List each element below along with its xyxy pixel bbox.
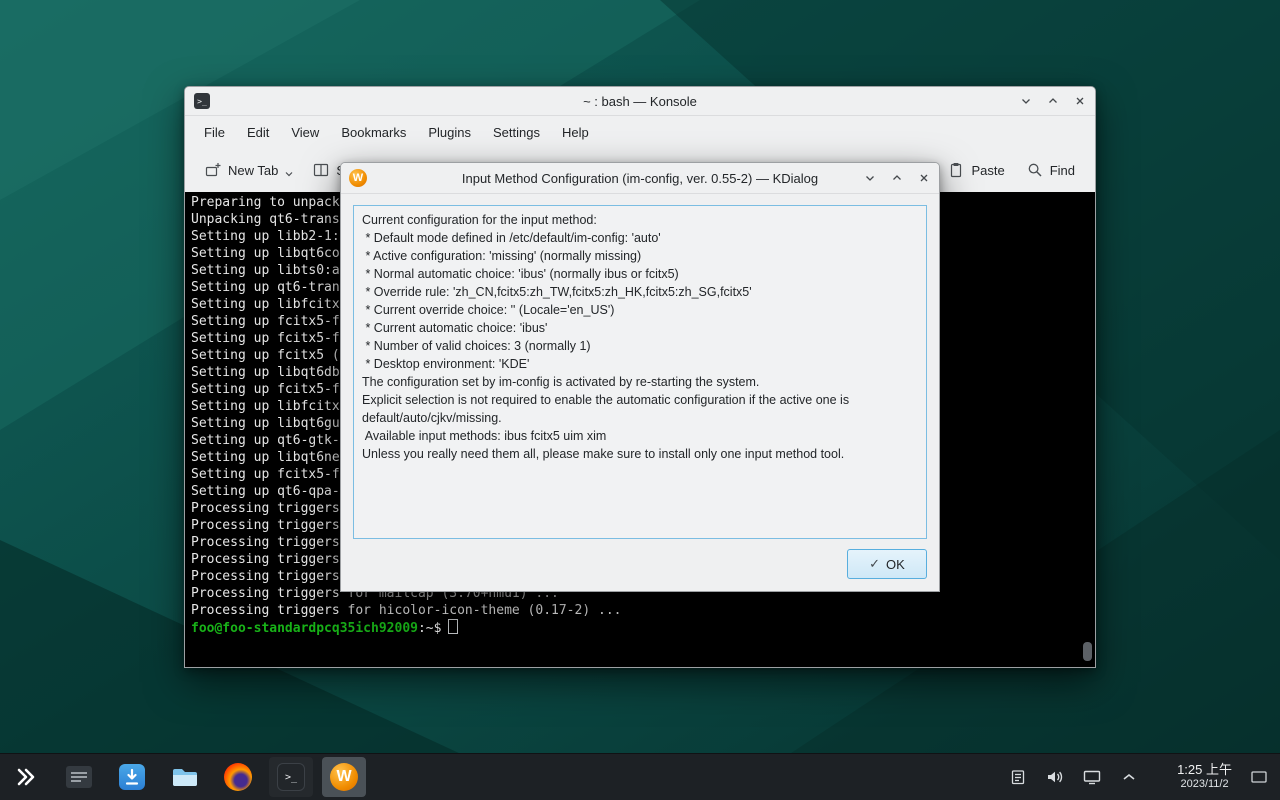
new-tab-icon bbox=[205, 162, 221, 178]
display-icon bbox=[1083, 769, 1101, 785]
dialog-text-line: * Default mode defined in /etc/default/i… bbox=[362, 229, 918, 247]
paste-label: Paste bbox=[971, 163, 1004, 178]
im-config-icon: W bbox=[349, 169, 367, 187]
kdialog-window-title: Input Method Configuration (im-config, v… bbox=[401, 171, 879, 186]
terminal-cursor bbox=[448, 619, 458, 634]
split-view-icon bbox=[313, 162, 329, 178]
konsole-window-title: ~ : bash — Konsole bbox=[245, 94, 1035, 109]
menu-bookmarks[interactable]: Bookmarks bbox=[330, 119, 417, 146]
display-tray-button[interactable] bbox=[1081, 762, 1103, 792]
ok-label: OK bbox=[886, 557, 905, 572]
app-launcher-button[interactable] bbox=[4, 757, 48, 797]
dialog-text-line: Current configuration for the input meth… bbox=[362, 211, 918, 229]
launcher-icon bbox=[14, 765, 38, 789]
volume-tray-button[interactable] bbox=[1044, 762, 1066, 792]
volume-icon bbox=[1046, 769, 1064, 785]
dialog-text-line: * Current override choice: '' (Locale='e… bbox=[362, 301, 918, 319]
new-tab-button[interactable]: New Tab bbox=[199, 156, 299, 184]
menu-edit[interactable]: Edit bbox=[236, 119, 280, 146]
pager-icon bbox=[66, 766, 92, 788]
discover-icon bbox=[119, 764, 145, 790]
taskbar-items: >_ W bbox=[0, 757, 366, 797]
chevron-up-icon bbox=[1122, 772, 1136, 782]
menu-help[interactable]: Help bbox=[551, 119, 600, 146]
maximize-icon[interactable] bbox=[1046, 94, 1060, 108]
dialog-text-view[interactable]: Current configuration for the input meth… bbox=[353, 205, 927, 539]
firefox-icon bbox=[224, 763, 252, 791]
system-tray bbox=[1007, 754, 1140, 800]
konsole-titlebar[interactable]: >_ ~ : bash — Konsole bbox=[185, 87, 1095, 116]
search-icon bbox=[1027, 162, 1043, 178]
minimize-icon[interactable] bbox=[863, 171, 877, 185]
konsole-window-buttons bbox=[1019, 87, 1087, 115]
dolphin-button[interactable] bbox=[163, 757, 207, 797]
menu-view[interactable]: View bbox=[280, 119, 330, 146]
dialog-text-line: Unless you really need them all, please … bbox=[362, 445, 918, 463]
menu-settings[interactable]: Settings bbox=[482, 119, 551, 146]
firefox-button[interactable] bbox=[216, 757, 260, 797]
konsole-icon: >_ bbox=[277, 763, 305, 791]
menu-file[interactable]: File bbox=[193, 119, 236, 146]
find-label: Find bbox=[1050, 163, 1075, 178]
ok-button[interactable]: ✓ OK bbox=[847, 549, 927, 579]
dialog-text-line: * Current automatic choice: 'ibus' bbox=[362, 319, 918, 337]
clipboard-icon bbox=[1010, 769, 1026, 785]
dolphin-icon bbox=[171, 765, 199, 789]
pager-button[interactable] bbox=[57, 757, 101, 797]
im-config-task-button[interactable]: W bbox=[322, 757, 366, 797]
kdialog-window-buttons bbox=[863, 163, 931, 193]
terminal-scrollbar[interactable] bbox=[1082, 192, 1093, 667]
konsole-task-button[interactable]: >_ bbox=[269, 757, 313, 797]
clipboard-tray-button[interactable] bbox=[1007, 762, 1029, 792]
dialog-text-line: * Override rule: 'zh_CN,fcitx5:zh_TW,fci… bbox=[362, 283, 918, 301]
maximize-icon[interactable] bbox=[890, 171, 904, 185]
show-desktop-button[interactable] bbox=[1246, 762, 1272, 792]
dialog-text-line: default/auto/cjkv/missing. bbox=[362, 409, 918, 427]
show-desktop-icon bbox=[1250, 769, 1268, 785]
close-icon[interactable] bbox=[1073, 94, 1087, 108]
im-config-icon: W bbox=[330, 763, 358, 791]
terminal-prompt-line: foo@foo-standardpcq35ich92009:~$ bbox=[191, 619, 1095, 636]
paste-icon bbox=[948, 162, 964, 178]
konsole-app-icon: >_ bbox=[194, 93, 210, 109]
terminal-scrollbar-thumb[interactable] bbox=[1083, 642, 1092, 661]
dialog-text-line: Available input methods: ibus fcitx5 uim… bbox=[362, 427, 918, 445]
taskbar: >_ W bbox=[0, 753, 1280, 800]
desktop: >_ ~ : bash — Konsole File Edit View Boo… bbox=[0, 0, 1280, 800]
terminal-prompt-suffix: :~$ bbox=[418, 621, 441, 636]
konsole-menubar: File Edit View Bookmarks Plugins Setting… bbox=[185, 116, 1095, 148]
dialog-text-line: Explicit selection is not required to en… bbox=[362, 391, 918, 409]
clock[interactable]: 1:25 上午 2023/11/2 bbox=[1177, 762, 1232, 792]
kdialog-titlebar[interactable]: W Input Method Configuration (im-config,… bbox=[341, 163, 939, 194]
discover-button[interactable] bbox=[110, 757, 154, 797]
clock-date: 2023/11/2 bbox=[1177, 778, 1232, 792]
checkmark-icon: ✓ bbox=[869, 556, 880, 572]
new-tab-label: New Tab bbox=[228, 163, 278, 178]
tray-expand-button[interactable] bbox=[1118, 762, 1140, 792]
dialog-text-line: * Active configuration: 'missing' (norma… bbox=[362, 247, 918, 265]
clock-time: 1:25 上午 bbox=[1177, 762, 1232, 778]
dialog-text-line: The configuration set by im-config is ac… bbox=[362, 373, 918, 391]
menu-plugins[interactable]: Plugins bbox=[417, 119, 482, 146]
close-icon[interactable] bbox=[917, 171, 931, 185]
minimize-icon[interactable] bbox=[1019, 94, 1033, 108]
paste-button[interactable]: Paste bbox=[942, 156, 1010, 184]
terminal-line: Processing triggers for hicolor-icon-the… bbox=[191, 602, 1095, 619]
kdialog-window: W Input Method Configuration (im-config,… bbox=[340, 162, 940, 592]
dialog-text-line: * Normal automatic choice: 'ibus' (norma… bbox=[362, 265, 918, 283]
dialog-text-line: * Number of valid choices: 3 (normally 1… bbox=[362, 337, 918, 355]
chevron-down-icon bbox=[285, 171, 293, 177]
find-button[interactable]: Find bbox=[1021, 156, 1081, 184]
dialog-text-line: * Desktop environment: 'KDE' bbox=[362, 355, 918, 373]
terminal-prompt-user: foo@foo-standardpcq35ich92009 bbox=[191, 621, 418, 636]
